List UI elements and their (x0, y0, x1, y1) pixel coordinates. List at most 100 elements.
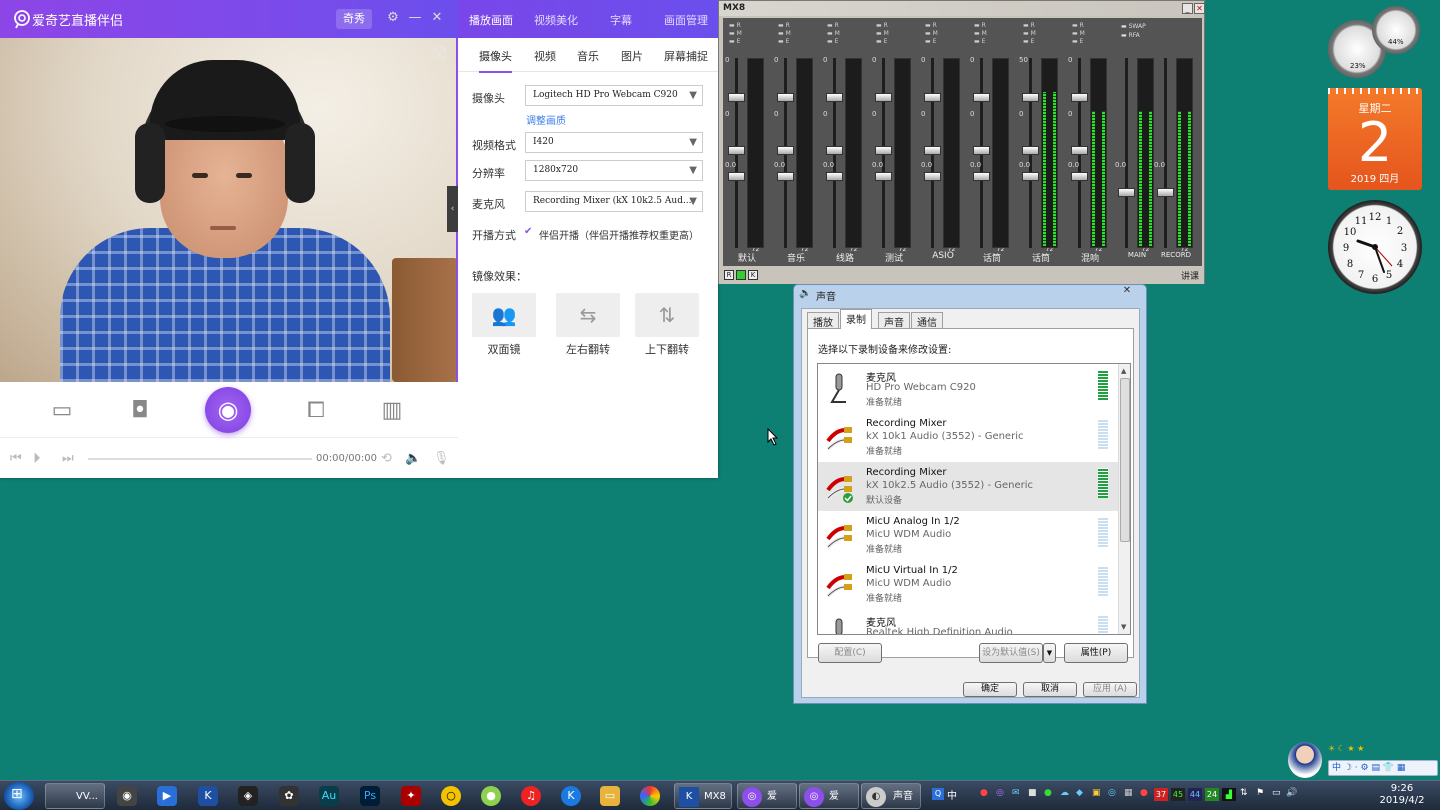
ime-icon[interactable]: Q (932, 788, 944, 800)
chrome-icon[interactable] (640, 786, 660, 806)
tray-monitor-icon[interactable]: ▭ (1272, 788, 1281, 798)
ok-button[interactable]: 确定 (963, 682, 1017, 697)
tray-app-icon[interactable]: ■ (1028, 788, 1037, 798)
fader-knob[interactable] (875, 146, 892, 155)
mirror-horizontal-button[interactable]: ⇆ (556, 293, 620, 337)
minimize-icon[interactable]: — (407, 10, 423, 26)
channel-rme-buttons[interactable]: ▬ R ▬ M ▬ E (729, 22, 742, 46)
app-icon[interactable]: ✿ (279, 786, 299, 806)
adjust-quality-link[interactable]: 调整画质 (526, 112, 566, 127)
loop-icon[interactable]: ⟲ (381, 451, 392, 466)
settings-gear-icon[interactable]: ⚙ (385, 10, 401, 26)
taskbar-item-iqiyi-2[interactable]: ◎爱奇... (799, 783, 859, 809)
fader-knob[interactable] (1022, 172, 1039, 181)
collapse-handle-icon[interactable]: ‹ (447, 186, 458, 232)
tray-app5-icon[interactable]: ▦ (1124, 788, 1133, 798)
fader-knob[interactable] (728, 93, 745, 102)
tab-subtitles[interactable]: 字幕 (610, 12, 632, 28)
fader-knob[interactable] (826, 172, 843, 181)
app-green-icon[interactable]: ● (481, 786, 501, 806)
properties-button[interactable]: 属性(P) (1064, 643, 1128, 663)
close-icon[interactable]: ✕ (1112, 285, 1142, 299)
tray-app3-icon[interactable]: ▣ (1092, 788, 1101, 798)
fader-knob[interactable] (1022, 93, 1039, 102)
microphone-icon[interactable]: 🎙 (433, 451, 450, 466)
mirror-vertical-button[interactable]: ⇅ (635, 293, 699, 337)
fader-knob[interactable] (826, 146, 843, 155)
configure-button[interactable]: 配置(C) (818, 643, 882, 663)
device-row[interactable]: MicU Virtual In 1/2 MicU WDM Audio 准备就绪 (818, 560, 1118, 609)
ime-language[interactable]: 中 (947, 787, 957, 802)
apply-button[interactable]: 应用 (A) (1083, 682, 1137, 697)
channel-rme-buttons[interactable]: ▬ R ▬ M ▬ E (1023, 22, 1036, 46)
tray-network-icon[interactable]: ⇅ (1240, 788, 1248, 798)
set-default-dropdown-icon[interactable]: ▼ (1043, 643, 1056, 663)
minimize-icon[interactable]: _ (1182, 3, 1193, 14)
camera-select[interactable]: Logitech HD Pro Webcam C920 ▼ (525, 85, 703, 106)
fader-knob[interactable] (1071, 172, 1088, 181)
set-default-button[interactable]: 设为默认值(S) (979, 643, 1043, 663)
tray-app6-icon[interactable]: ● (1140, 788, 1148, 798)
tray-cloud-icon[interactable]: ☁ (1060, 788, 1069, 798)
tab-sounds[interactable]: 声音 (878, 312, 910, 329)
format-select[interactable]: I420 ▼ (525, 132, 703, 153)
close-icon[interactable]: ✕ (429, 10, 445, 26)
fader-knob[interactable] (826, 93, 843, 102)
swap-rfa-buttons[interactable]: ▬ SWAP ▬ RFA (1121, 22, 1146, 40)
device-row[interactable]: 麦克风 Realtek High Definition Audio (818, 609, 1118, 634)
media-player-icon[interactable]: ▶ (157, 786, 177, 806)
qixiu-button[interactable]: 奇秀 (336, 9, 372, 29)
fader-knob[interactable] (1118, 188, 1135, 197)
taskbar-item-iqiyi-1[interactable]: ◎爱奇... (737, 783, 797, 809)
tab-play-screen[interactable]: 播放画面 (469, 12, 513, 28)
ime-status-bar[interactable]: 中 ☽ · ⚙ ▤ 👕 ▦ (1328, 760, 1438, 776)
tab-camera[interactable]: 摄像头 (479, 48, 512, 73)
fader-knob[interactable] (924, 172, 941, 181)
fader-knob[interactable] (728, 172, 745, 181)
fader-knob[interactable] (1071, 93, 1088, 102)
next-icon[interactable]: ⏭ (62, 451, 74, 466)
channel-rme-buttons[interactable]: ▬ R ▬ M ▬ E (876, 22, 889, 46)
tab-communications[interactable]: 通信 (911, 312, 943, 329)
fader-knob[interactable] (1071, 146, 1088, 155)
fader-knob[interactable] (973, 172, 990, 181)
footer-r-button[interactable]: R (724, 270, 734, 280)
mic-select[interactable]: Recording Mixer (kX 10k2.5 Aud... ▼ (525, 191, 703, 212)
netease-music-icon[interactable]: ♫ (521, 786, 541, 806)
tray-iqiyi-icon[interactable]: ◎ (996, 788, 1004, 798)
fader-knob[interactable] (1157, 188, 1174, 197)
device-list-scrollbar[interactable]: ▲ ▼ (1118, 364, 1130, 634)
device-row[interactable]: 麦克风 HD Pro Webcam C920 准备就绪 (818, 364, 1118, 413)
tray-record-icon[interactable]: ● (980, 788, 988, 798)
device-row[interactable]: MicU Analog In 1/2 MicU WDM Audio 准备就绪 (818, 511, 1118, 560)
tray-volume-icon[interactable]: 🔊 (1286, 788, 1297, 798)
resolution-select[interactable]: 1280x720 ▼ (525, 160, 703, 181)
fader-knob[interactable] (973, 93, 990, 102)
tab-video-beauty[interactable]: 视频美化 (534, 12, 578, 28)
scrollbar-thumb[interactable] (1120, 378, 1130, 542)
camera-snapshot-icon[interactable]: ◘ (125, 396, 155, 426)
channel-rme-buttons[interactable]: ▬ R ▬ M ▬ E (778, 22, 791, 46)
progress-bar[interactable] (88, 458, 312, 460)
checkbox-checked-icon[interactable]: ✔ (524, 226, 532, 237)
tray-app4-icon[interactable]: ◎ (1108, 788, 1116, 798)
play-icon[interactable]: ⏵ (33, 449, 41, 467)
previous-icon[interactable]: ⏮ (10, 451, 22, 466)
tab-video[interactable]: 视频 (534, 48, 556, 64)
fader-knob[interactable] (875, 93, 892, 102)
volume-icon[interactable]: 🔈 (405, 451, 421, 466)
tray-graph-icon[interactable]: ▟ (1222, 788, 1236, 801)
avatar[interactable] (1288, 742, 1322, 778)
channel-rme-buttons[interactable]: ▬ R ▬ M ▬ E (925, 22, 938, 46)
photoshop-icon[interactable]: Ps (360, 786, 380, 806)
fader-knob[interactable] (875, 172, 892, 181)
fullscreen-icon[interactable]: ⤧ (432, 44, 454, 66)
start-live-button[interactable]: ◉ (205, 387, 251, 433)
fader-knob[interactable] (924, 93, 941, 102)
piano-icon[interactable]: ▥ (377, 396, 407, 426)
system-clock[interactable]: 9:26 2019/4/2 (1370, 783, 1434, 807)
tray-flag-icon[interactable]: ⚑ (1256, 788, 1264, 798)
game-icon[interactable]: ✦ (401, 786, 421, 806)
file-explorer-icon[interactable]: ▭ (600, 786, 620, 806)
channel-rme-buttons[interactable]: ▬ R ▬ M ▬ E (1072, 22, 1085, 46)
